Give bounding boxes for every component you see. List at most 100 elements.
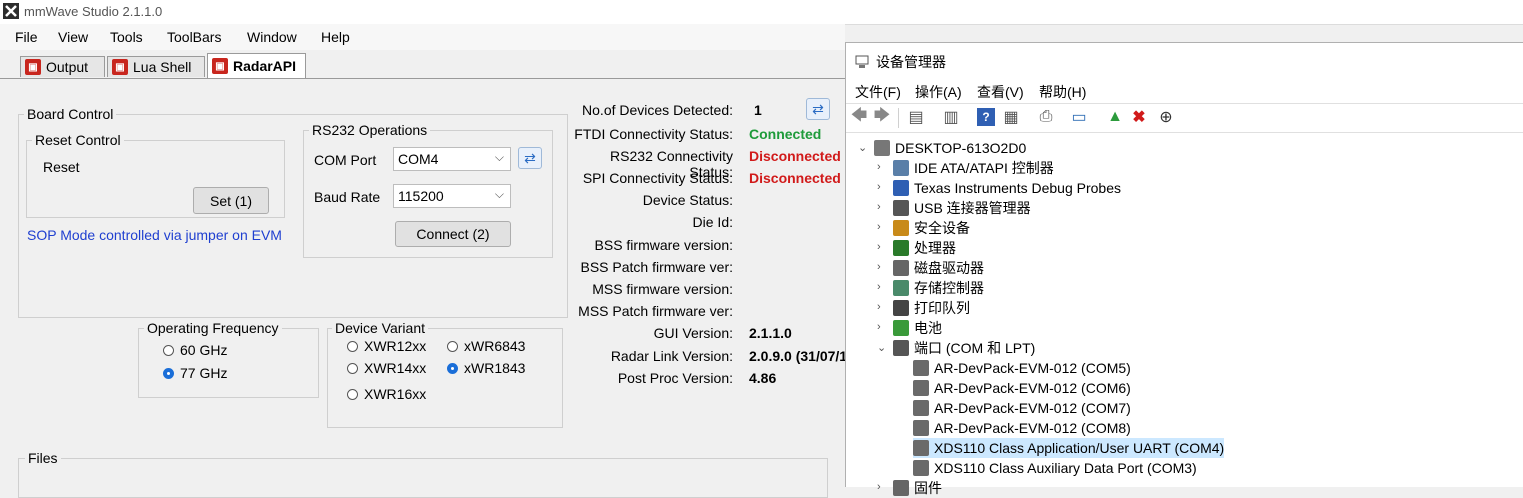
status-label: No.of Devices Detected: [582, 102, 733, 118]
radio-60ghz[interactable]: 60 GHz [163, 342, 227, 358]
disable-device-icon[interactable]: ⊕ [1157, 108, 1175, 126]
lua-shell-icon: ▣ [112, 59, 128, 75]
status-value: 2.1.1.0 [749, 325, 792, 341]
collapse-chevron-icon[interactable]: ⌄ [877, 341, 886, 354]
tree-category[interactable]: 处理器 [893, 238, 956, 258]
reset-label: Reset [43, 159, 80, 175]
expand-chevron-icon[interactable]: › [877, 241, 881, 253]
tree-category[interactable]: Texas Instruments Debug Probes [893, 178, 1121, 198]
tree-port-item[interactable]: AR-DevPack-EVM-012 (COM6) [913, 378, 1131, 398]
menu-window[interactable]: Window [247, 29, 297, 45]
tree-category[interactable]: 磁盘驱动器 [893, 258, 984, 278]
tree-category-label: 存储控制器 [914, 280, 984, 296]
status-label: FTDI Connectivity Status: [574, 126, 733, 142]
tab-radarapi[interactable]: ▣ RadarAPI [207, 53, 306, 78]
menu-file[interactable]: File [15, 29, 38, 45]
expand-chevron-icon[interactable]: › [877, 161, 881, 173]
tree-port-item[interactable]: XDS110 Class Application/User UART (COM4… [913, 438, 1225, 458]
tree-category[interactable]: IDE ATA/ATAPI 控制器 [893, 158, 1054, 178]
files-group [18, 458, 828, 498]
radio-xwr1843[interactable]: xWR1843 [447, 360, 525, 376]
tree-category-label: 处理器 [914, 240, 956, 256]
tree-port-item[interactable]: AR-DevPack-EVM-012 (COM8) [913, 418, 1131, 438]
tree-category[interactable]: 打印队列 [893, 298, 970, 318]
device-icon [913, 460, 929, 476]
radio-indicator [163, 344, 174, 356]
tab-radarapi-label: RadarAPI [233, 58, 297, 74]
status-value: Disconnected [749, 148, 841, 164]
menu-toolbars[interactable]: ToolBars [167, 29, 221, 45]
device-manager-toolbar: 🡄 🡆 ▤ ▥ ? ▦ ⎙ ▭ ▲ ✖ ⊕ [846, 103, 1523, 133]
help-icon[interactable]: ? [977, 108, 995, 126]
tree-category-label: 固件 [914, 480, 942, 496]
collapse-chevron-icon[interactable]: ⌄ [858, 141, 867, 154]
update-driver-icon[interactable]: ▲ [1106, 108, 1124, 126]
com-port-select[interactable]: COM4 ⌵ [393, 147, 511, 171]
set-button[interactable]: Set (1) [193, 187, 269, 214]
tree-category[interactable]: 电池 [893, 318, 942, 338]
action-pane-icon[interactable]: ▦ [1002, 108, 1020, 126]
back-arrow-icon[interactable]: 🡄 [850, 107, 868, 126]
connect-button[interactable]: Connect (2) [395, 221, 511, 247]
reset-control-title: Reset Control [32, 132, 124, 148]
status-value: Connected [749, 126, 822, 142]
tree-port-item[interactable]: XDS110 Class Auxiliary Data Port (COM3) [913, 458, 1197, 478]
tree-category[interactable]: 存储控制器 [893, 278, 984, 298]
status-label: BSS Patch firmware ver: [580, 259, 734, 275]
com-port-refresh-button[interactable]: ⇄ [518, 147, 542, 169]
print-icon[interactable]: ⎙ [1037, 108, 1055, 126]
expand-chevron-icon[interactable]: › [877, 261, 881, 273]
tab-lua-shell[interactable]: ▣ Lua Shell [107, 56, 205, 77]
radio-indicator [347, 388, 358, 400]
tree-category-label: 磁盘驱动器 [914, 260, 984, 276]
expand-chevron-icon[interactable]: › [877, 201, 881, 213]
properties-icon[interactable]: ▥ [942, 108, 960, 126]
radio-xwr12xx[interactable]: XWR12xx [347, 338, 426, 354]
expand-chevron-icon[interactable]: › [877, 301, 881, 313]
status-label: GUI Version: [653, 325, 733, 341]
dm-menu-file[interactable]: 文件(F) [855, 82, 901, 102]
baud-rate-label: Baud Rate [314, 189, 381, 205]
status-value: Disconnected [749, 170, 841, 186]
menu-view[interactable]: View [58, 29, 88, 45]
expand-chevron-icon[interactable]: › [877, 481, 881, 493]
baud-rate-select[interactable]: 115200 ⌵ [393, 184, 511, 208]
menu-tools[interactable]: Tools [110, 29, 143, 45]
tree-category[interactable]: 固件 [893, 478, 942, 498]
expand-chevron-icon[interactable]: › [877, 321, 881, 333]
com-port-label: COM Port [314, 152, 377, 168]
uninstall-device-icon[interactable]: ✖ [1130, 108, 1148, 126]
radio-77ghz[interactable]: 77 GHz [163, 365, 227, 381]
radio-xwr16xx[interactable]: XWR16xx [347, 386, 426, 402]
dm-menu-help[interactable]: 帮助(H) [1039, 82, 1086, 102]
menu-help[interactable]: Help [321, 29, 350, 45]
expand-chevron-icon[interactable]: › [877, 221, 881, 233]
toolbar-separator [898, 108, 899, 128]
tree-port-item[interactable]: AR-DevPack-EVM-012 (COM5) [913, 358, 1131, 378]
status-label: Die Id: [692, 214, 733, 230]
tree-category[interactable]: 端口 (COM 和 LPT) [893, 338, 1035, 358]
dm-menu-action[interactable]: 操作(A) [915, 82, 962, 102]
operating-frequency-group [138, 328, 319, 398]
expand-chevron-icon[interactable]: › [877, 281, 881, 293]
tree-port-item[interactable]: AR-DevPack-EVM-012 (COM7) [913, 398, 1131, 418]
dm-menu-view[interactable]: 查看(V) [977, 82, 1024, 102]
radio-indicator-selected [163, 367, 174, 379]
tab-output[interactable]: ▣ Output [20, 56, 105, 77]
tree-category[interactable]: 安全设备 [893, 218, 970, 238]
tree-root[interactable]: DESKTOP-613O2D0 [874, 138, 1026, 158]
radio-xwr6843[interactable]: xWR6843 [447, 338, 525, 354]
show-hide-console-tree-icon[interactable]: ▤ [907, 108, 925, 126]
device-icon [893, 200, 909, 216]
scan-hardware-icon[interactable]: ▭ [1070, 108, 1088, 126]
status-label: SPI Connectivity Status: [582, 170, 733, 186]
status-label: Radar Link Version: [610, 348, 733, 364]
expand-chevron-icon[interactable]: › [877, 181, 881, 193]
app-icon [3, 3, 19, 19]
chevron-down-icon: ⌵ [494, 150, 504, 164]
forward-arrow-icon[interactable]: 🡆 [873, 107, 891, 126]
device-detect-refresh-button[interactable]: ⇄ [806, 98, 830, 120]
tree-category[interactable]: USB 连接器管理器 [893, 198, 1031, 218]
device-icon [913, 440, 929, 456]
radio-xwr14xx[interactable]: XWR14xx [347, 360, 426, 376]
